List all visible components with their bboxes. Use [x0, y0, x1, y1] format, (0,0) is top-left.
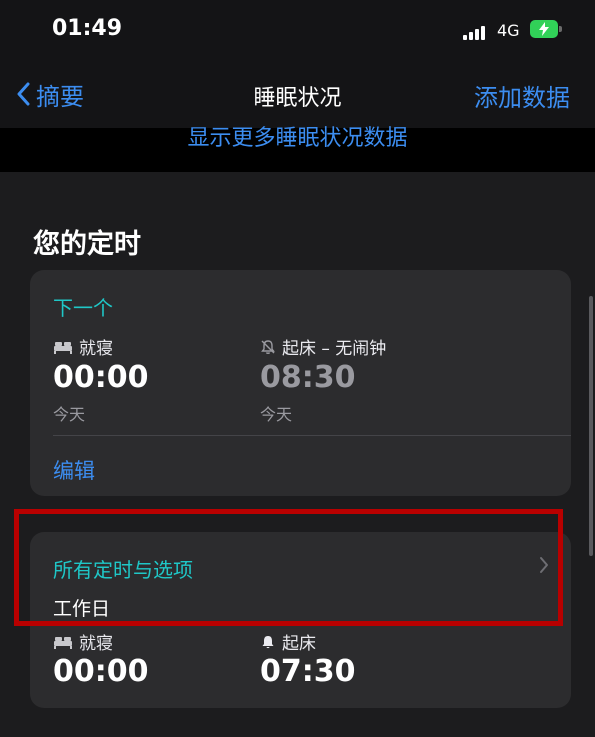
edit-button[interactable]: 编辑: [53, 455, 95, 485]
battery-charging-icon: [530, 20, 562, 38]
all-wake-label: 起床: [260, 629, 316, 654]
bed-icon: [54, 341, 72, 354]
scroll-indicator: [589, 296, 593, 556]
bell-slash-icon: [261, 339, 275, 354]
next-header: 下一个: [53, 296, 113, 320]
navigation-bar: 摘要 睡眠状况 添加数据: [0, 62, 595, 128]
show-more-link[interactable]: 显示更多睡眠状况数据: [187, 126, 407, 151]
next-bedtime-day: 今天: [53, 405, 86, 424]
all-wake-value: 07:30: [260, 654, 356, 689]
highlight-box: [14, 509, 563, 626]
signal-strength-icon: [463, 24, 489, 40]
next-schedule-card: 下一个 就寝 00:00 今天 起床 – 无闹钟 08:30 今天 编辑: [30, 270, 571, 496]
next-wake-label: 起床 – 无闹钟: [260, 334, 386, 359]
next-wake-day: 今天: [260, 405, 293, 424]
schedule-section-title: 您的定时: [33, 229, 141, 260]
all-bedtime-label: 就寝: [53, 629, 113, 654]
card-divider: [53, 435, 571, 436]
status-time: 01:49: [52, 16, 123, 41]
next-bedtime-label: 就寝: [53, 334, 113, 359]
bed-icon: [54, 636, 72, 649]
next-wake-value: 08:30: [260, 360, 356, 395]
status-bar: 01:49 4G: [0, 0, 595, 62]
add-data-button[interactable]: 添加数据: [474, 78, 570, 113]
next-bedtime-value: 00:00: [53, 360, 149, 395]
bell-icon: [262, 635, 274, 648]
all-bedtime-value: 00:00: [53, 654, 149, 689]
show-more-band: 显示更多睡眠状况数据: [0, 126, 595, 172]
network-type: 4G: [497, 21, 520, 40]
